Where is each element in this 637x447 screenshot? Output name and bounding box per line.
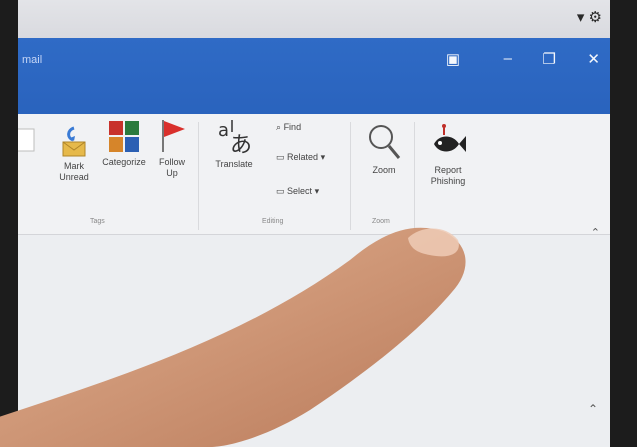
ribbon-separator — [350, 122, 351, 230]
find-label: Find — [283, 122, 302, 132]
policy-icon — [18, 128, 35, 152]
mark-unread-icon — [62, 126, 86, 157]
translate-label: Translate — [215, 159, 253, 169]
mark-unread-button[interactable]: Mark Unread — [54, 126, 94, 183]
related-label: Related — [287, 152, 319, 162]
group-label-tags: Tags — [90, 218, 105, 225]
report-phishing-label: Report Phishing — [430, 165, 466, 186]
group-label-zoom: Zoom — [372, 218, 390, 225]
follow-up-button[interactable]: Follow Up — [152, 118, 192, 179]
ribbon-separator — [414, 122, 415, 230]
categorize-icon — [109, 121, 139, 152]
system-tray-bar: ▾ ⚙ — [18, 0, 610, 38]
restore-button[interactable]: ❐ — [543, 50, 556, 68]
report-phishing-button[interactable]: Report Phishing — [422, 122, 474, 187]
zoom-button[interactable]: Zoom — [362, 122, 406, 176]
categorize-label: Categorize — [102, 157, 146, 167]
translate-icon: a あ — [218, 120, 252, 156]
chevron-down-icon: ▾ — [314, 186, 320, 196]
tray-icons[interactable]: ▾ ⚙ — [577, 8, 602, 26]
categorize-button[interactable]: Categorize — [98, 120, 150, 168]
zoom-icon — [369, 125, 401, 159]
related-button[interactable]: ▭ Related ▾ — [276, 152, 325, 163]
search-icon: ⌕ — [276, 122, 282, 132]
flag-icon — [162, 120, 185, 152]
svg-text:a: a — [218, 120, 229, 141]
minimize-button[interactable]: – — [504, 50, 512, 67]
zoom-label: Zoom — [372, 165, 396, 175]
outlook-window: ▾ ⚙ mail ▣ – ❐ ✕ Mark Unread Categorize … — [18, 0, 610, 447]
app-name: mail — [22, 54, 43, 66]
group-label-editing: Editing — [262, 218, 284, 225]
close-button[interactable]: ✕ — [587, 50, 600, 68]
ribbon-separator — [198, 122, 199, 230]
scroll-up-icon[interactable]: ⌃ — [588, 402, 598, 416]
svg-text:あ: あ — [230, 133, 252, 156]
phishing-fish-icon — [434, 124, 466, 152]
find-button[interactable]: ⌕ Find — [276, 122, 301, 133]
related-icon: ▭ — [276, 152, 285, 162]
select-label: Select — [287, 186, 313, 196]
ribbon-display-icon[interactable]: ▣ — [446, 50, 460, 68]
follow-up-label: Follow Up — [158, 157, 185, 178]
title-bar: mail ▣ – ❐ ✕ — [18, 38, 610, 114]
assign-policy-button[interactable] — [18, 128, 36, 157]
select-icon: ▭ — [276, 186, 285, 196]
reading-pane — [18, 235, 610, 447]
select-button[interactable]: ▭ Select ▾ — [276, 186, 319, 197]
ribbon: Mark Unread Categorize Follow Up a あ Tra… — [18, 114, 610, 235]
translate-button[interactable]: a あ Translate — [208, 118, 260, 170]
mark-unread-label: Mark Unread — [59, 161, 89, 182]
chevron-down-icon: ▾ — [320, 152, 326, 162]
